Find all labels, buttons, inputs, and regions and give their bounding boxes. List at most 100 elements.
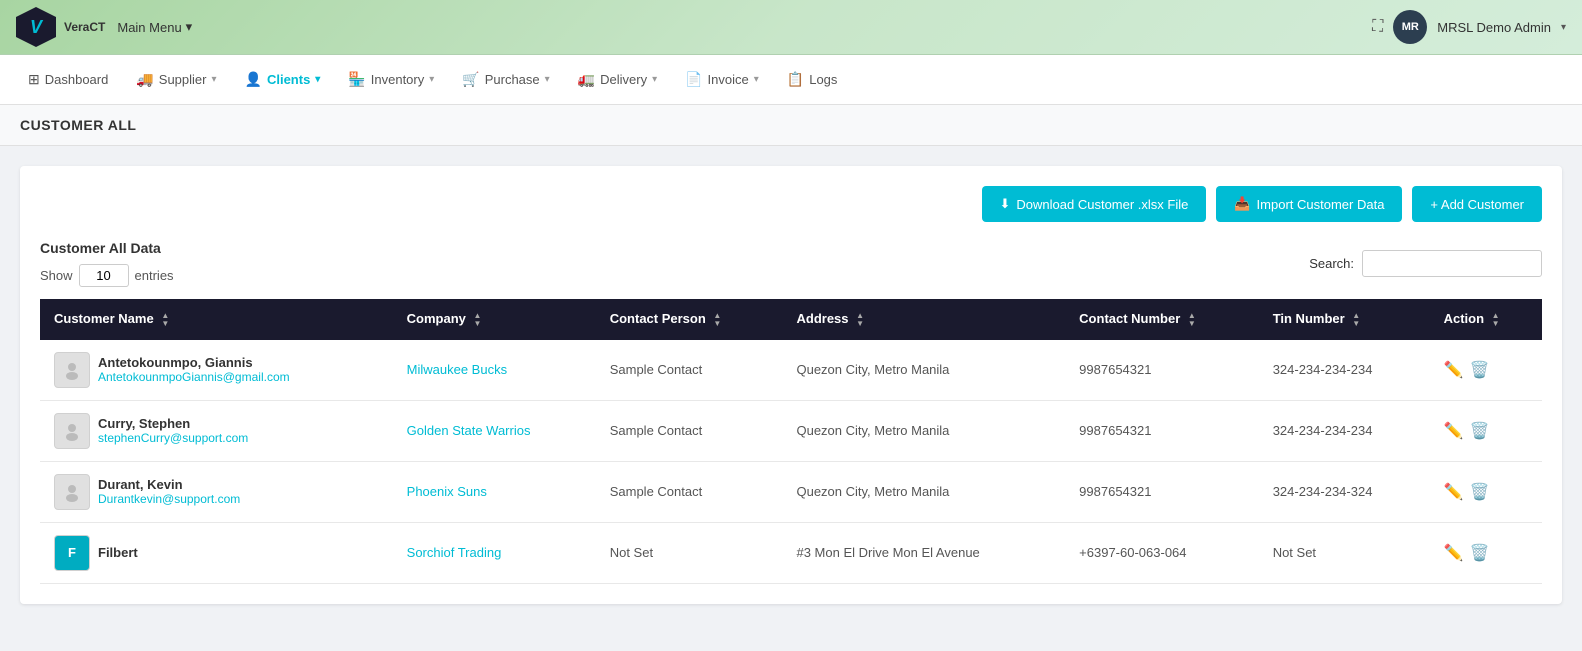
col-customer-name[interactable]: Customer Name ▲▼ (40, 299, 393, 340)
address: Quezon City, Metro Manila (796, 362, 949, 377)
col-company[interactable]: Company ▲▼ (393, 299, 596, 340)
user-name-label: MRSL Demo Admin (1437, 20, 1551, 35)
tin-number: Not Set (1273, 545, 1316, 560)
table-row: Curry, Stephen stephenCurry@support.com … (40, 400, 1542, 461)
sort-arrows-contact-number: ▲▼ (1188, 312, 1196, 328)
tin-number: 324-234-234-234 (1273, 362, 1373, 377)
user-dropdown-chevron: ▾ (1561, 22, 1566, 33)
contact-person-cell: Not Set (596, 522, 783, 583)
import-customer-button[interactable]: 📥 Import Customer Data (1216, 186, 1402, 222)
customer-info: Durant, Kevin Durantkevin@support.com (98, 477, 240, 506)
delivery-icon: 🚛 (578, 71, 595, 88)
navigation-bar: ⊞ Dashboard 🚚 Supplier ▾ 👤 Clients ▾ 🏪 I… (0, 55, 1582, 105)
action-buttons-row: ⬇ Download Customer .xlsx File 📥 Import … (40, 186, 1542, 222)
main-content: ⬇ Download Customer .xlsx File 📥 Import … (0, 146, 1582, 651)
logs-icon: 📋 (787, 71, 804, 88)
company-name[interactable]: Golden State Warrios (407, 423, 531, 438)
download-icon: ⬇ (1000, 196, 1011, 212)
customer-email: Durantkevin@support.com (98, 492, 240, 506)
table-title-area: Customer All Data Show 10 entries (40, 240, 174, 287)
edit-button[interactable]: ✏️ (1444, 360, 1464, 380)
tin-number: 324-234-234-324 (1273, 484, 1373, 499)
action-buttons: ✏️ 🗑️ (1444, 482, 1528, 502)
purchase-icon: 🛒 (462, 71, 479, 88)
edit-button[interactable]: ✏️ (1444, 482, 1464, 502)
company-name[interactable]: Sorchiof Trading (407, 545, 502, 560)
nav-item-logs[interactable]: 📋 Logs (775, 65, 850, 94)
table-title: Customer All Data (40, 240, 161, 256)
delete-button[interactable]: 🗑️ (1470, 482, 1490, 502)
action-buttons: ✏️ 🗑️ (1444, 421, 1528, 441)
edit-button[interactable]: ✏️ (1444, 421, 1464, 441)
invoice-icon: 📄 (685, 71, 702, 88)
customer-name: Curry, Stephen (98, 416, 248, 431)
sort-arrows-name: ▲▼ (161, 312, 169, 328)
purchase-chevron: ▾ (545, 74, 550, 85)
company-cell: Golden State Warrios (393, 400, 596, 461)
edit-button[interactable]: ✏️ (1444, 543, 1464, 563)
nav-purchase-label: Purchase (485, 72, 540, 87)
dashboard-icon: ⊞ (28, 71, 40, 88)
col-contact-person[interactable]: Contact Person ▲▼ (596, 299, 783, 340)
col-address[interactable]: Address ▲▼ (782, 299, 1065, 340)
nav-invoice-label: Invoice (708, 72, 749, 87)
contact-person: Not Set (610, 545, 653, 560)
fullscreen-button[interactable]: ⛶ (1372, 18, 1383, 36)
nav-item-supplier[interactable]: 🚚 Supplier ▾ (124, 65, 228, 94)
delete-button[interactable]: 🗑️ (1470, 421, 1490, 441)
import-label: Import Customer Data (1257, 197, 1385, 212)
company-cell: Sorchiof Trading (393, 522, 596, 583)
address-cell: #3 Mon El Drive Mon El Avenue (782, 522, 1065, 583)
show-label: Show (40, 268, 73, 283)
customer-name: Durant, Kevin (98, 477, 240, 492)
add-customer-button[interactable]: + Add Customer (1412, 186, 1542, 222)
sort-arrows-address: ▲▼ (856, 312, 864, 328)
avatar-cell: Antetokounmpo, Giannis AntetokounmpoGian… (54, 352, 379, 388)
table-row: F Filbert Sorchiof Trading Not Set #3 Mo… (40, 522, 1542, 583)
nav-delivery-label: Delivery (600, 72, 647, 87)
action-cell: ✏️ 🗑️ (1430, 400, 1542, 461)
logo-icon: V (16, 7, 56, 47)
nav-logs-label: Logs (809, 72, 837, 87)
main-menu-button[interactable]: Main Menu ▾ (117, 19, 192, 35)
contact-number-cell: 9987654321 (1065, 400, 1259, 461)
sort-arrows-action: ▲▼ (1492, 312, 1500, 328)
entries-input[interactable]: 10 (79, 264, 129, 287)
col-action[interactable]: Action ▲▼ (1430, 299, 1542, 340)
main-card: ⬇ Download Customer .xlsx File 📥 Import … (20, 166, 1562, 604)
nav-item-clients[interactable]: 👤 Clients ▾ (233, 65, 333, 94)
tin-number-cell: 324-234-234-324 (1259, 461, 1430, 522)
action-cell: ✏️ 🗑️ (1430, 461, 1542, 522)
customer-name-cell: Antetokounmpo, Giannis AntetokounmpoGian… (40, 340, 393, 401)
contact-number-cell: 9987654321 (1065, 461, 1259, 522)
nav-item-purchase[interactable]: 🛒 Purchase ▾ (450, 65, 561, 94)
contact-number: 9987654321 (1079, 423, 1151, 438)
contact-number-cell: +6397-60-063-064 (1065, 522, 1259, 583)
avatar-cell: F Filbert (54, 535, 379, 571)
nav-item-inventory[interactable]: 🏪 Inventory ▾ (336, 65, 446, 94)
nav-item-dashboard[interactable]: ⊞ Dashboard (16, 65, 120, 94)
nav-item-delivery[interactable]: 🚛 Delivery ▾ (566, 65, 669, 94)
sort-arrows-contact-person: ▲▼ (713, 312, 721, 328)
search-input[interactable] (1362, 250, 1542, 277)
contact-person-cell: Sample Contact (596, 400, 783, 461)
contact-person: Sample Contact (610, 362, 703, 377)
entries-label: entries (135, 268, 174, 283)
search-label: Search: (1309, 256, 1354, 271)
contact-number-cell: 9987654321 (1065, 340, 1259, 401)
delete-button[interactable]: 🗑️ (1470, 543, 1490, 563)
row-avatar (54, 413, 90, 449)
col-tin-number[interactable]: Tin Number ▲▼ (1259, 299, 1430, 340)
company-name[interactable]: Phoenix Suns (407, 484, 487, 499)
invoice-chevron: ▾ (754, 74, 759, 85)
download-excel-button[interactable]: ⬇ Download Customer .xlsx File (982, 186, 1207, 222)
nav-item-invoice[interactable]: 📄 Invoice ▾ (673, 65, 771, 94)
row-avatar: F (54, 535, 90, 571)
company-name[interactable]: Milwaukee Bucks (407, 362, 507, 377)
customer-name-cell: F Filbert (40, 522, 393, 583)
col-contact-number[interactable]: Contact Number ▲▼ (1065, 299, 1259, 340)
supplier-chevron: ▾ (211, 74, 216, 85)
customer-name: Filbert (98, 545, 138, 560)
contact-number: 9987654321 (1079, 362, 1151, 377)
delete-button[interactable]: 🗑️ (1470, 360, 1490, 380)
